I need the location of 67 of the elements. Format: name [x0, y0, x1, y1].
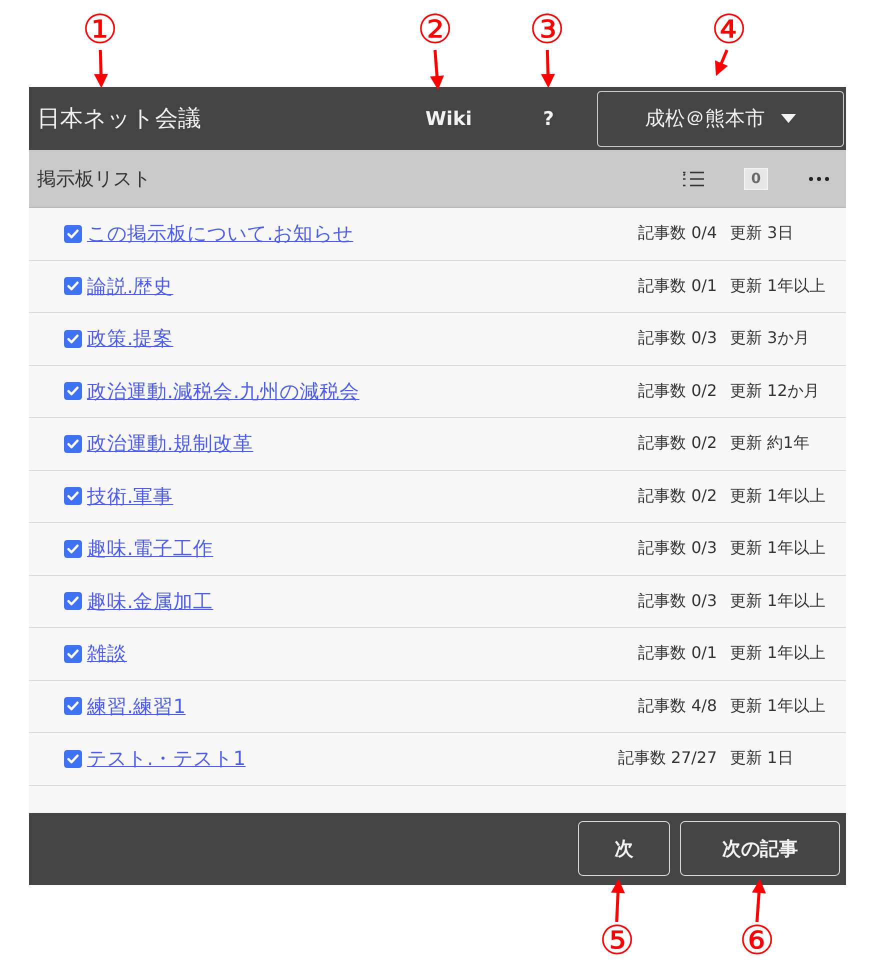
checkbox[interactable]: [64, 382, 82, 400]
callout-number: ④: [711, 10, 747, 50]
callout-arrow: [428, 48, 446, 92]
board-link[interactable]: 政治運動.減税会.九州の減税会: [87, 378, 360, 405]
board-link[interactable]: 技術.軍事: [87, 482, 174, 510]
board-link[interactable]: 趣味.金属加工: [87, 588, 214, 615]
callout-number: ③: [529, 10, 565, 50]
last-updated: 更新 1年以上: [730, 538, 826, 560]
checkbox[interactable]: [64, 434, 82, 453]
next-article-button[interactable]: 次の記事: [680, 821, 840, 876]
callout-number: ②: [417, 10, 453, 50]
caret-icon: [781, 114, 796, 123]
checkbox[interactable]: [64, 750, 82, 768]
board-link[interactable]: 雑談: [87, 640, 127, 668]
checkbox[interactable]: [64, 487, 82, 506]
checkbox[interactable]: [64, 277, 82, 296]
checkbox[interactable]: [64, 592, 82, 610]
board-list-title: 掲示板リスト: [37, 166, 151, 192]
post-count: 記事数 0/4: [638, 223, 717, 244]
checkbox[interactable]: [64, 644, 82, 663]
checkbox[interactable]: [64, 330, 82, 348]
callout-arrow: [750, 876, 768, 924]
post-count: 記事数 0/2: [638, 486, 717, 507]
post-count: 記事数 0/3: [638, 328, 717, 350]
callout-number: ①: [82, 10, 118, 50]
last-updated: 更新 3日: [730, 223, 794, 244]
checkbox[interactable]: [64, 540, 82, 558]
callout-number: ⑥: [739, 920, 775, 960]
board-link[interactable]: 政策.提案: [87, 325, 174, 352]
checkbox[interactable]: [64, 697, 82, 716]
last-updated: 更新 1年以上: [730, 276, 826, 297]
last-updated: 更新 1年以上: [730, 486, 826, 507]
callout-arrow: [92, 48, 110, 90]
user-menu-button[interactable]: 成松＠熊本市: [597, 90, 844, 146]
callout-arrow: [538, 48, 557, 90]
board-link[interactable]: テスト.・テスト1: [87, 745, 246, 772]
post-count: 記事数 0/2: [638, 433, 717, 454]
post-count: 記事数 0/1: [638, 276, 717, 297]
board-link[interactable]: この掲示板について.お知らせ: [87, 220, 354, 248]
next-button[interactable]: 次: [578, 821, 670, 876]
last-updated: 更新 3か月: [730, 328, 810, 350]
callout-arrow: [713, 48, 730, 78]
last-updated: 更新 1年以上: [730, 696, 826, 717]
last-updated: 更新 約1年: [730, 433, 810, 454]
app-title: 日本ネット会議: [37, 105, 201, 134]
last-updated: 更新 12か月: [730, 380, 820, 402]
post-count: 記事数 0/3: [638, 590, 717, 612]
wiki-link[interactable]: Wiki: [425, 108, 472, 130]
post-count: 記事数 27/27: [618, 748, 717, 770]
post-count: 記事数 0/2: [638, 380, 717, 402]
callout-number: ⑤: [599, 920, 635, 960]
more-icon[interactable]: [809, 176, 829, 180]
last-updated: 更新 1年以上: [730, 643, 826, 664]
post-count: 記事数 0/3: [638, 538, 717, 560]
callout-arrow: [609, 876, 628, 924]
post-count: 記事数 4/8: [638, 696, 717, 717]
board-link[interactable]: 政治運動.規制改革: [87, 430, 254, 458]
last-updated: 更新 1日: [730, 748, 794, 770]
list-icon[interactable]: [682, 170, 704, 186]
help-link[interactable]: ?: [542, 108, 554, 130]
board-link[interactable]: 趣味.電子工作: [87, 535, 214, 562]
post-count: 記事数 0/1: [638, 643, 717, 664]
count-badge: 0: [744, 168, 768, 190]
board-link[interactable]: 論説.歴史: [87, 272, 174, 300]
checkbox[interactable]: [64, 224, 82, 243]
board-link[interactable]: 練習.練習1: [87, 692, 186, 720]
last-updated: 更新 1年以上: [730, 590, 826, 612]
